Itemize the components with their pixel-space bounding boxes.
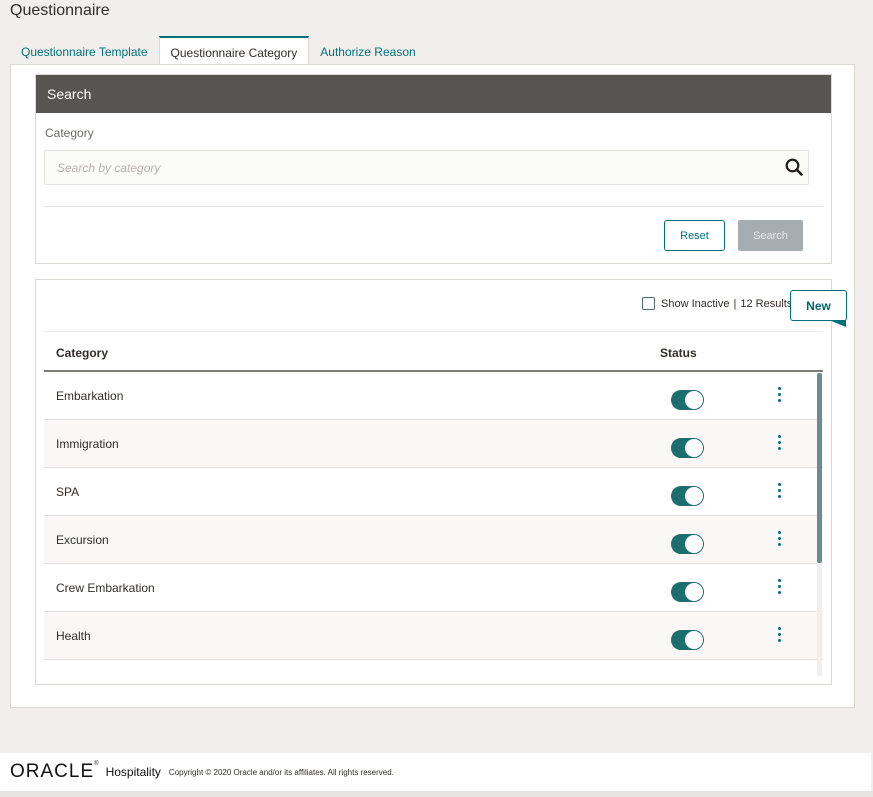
status-toggle[interactable]	[671, 533, 704, 554]
row-actions-icon[interactable]	[774, 578, 784, 594]
column-header-status[interactable]: Status	[660, 346, 760, 360]
row-actions-icon[interactable]	[774, 386, 784, 402]
status-toggle[interactable]	[671, 629, 704, 650]
row-actions-icon[interactable]	[774, 530, 784, 546]
table-row: SPA	[44, 468, 823, 516]
page-title: Questionnaire	[10, 2, 110, 19]
oracle-logo: ORACLE®	[10, 761, 100, 782]
search-panel: Search Category Reset Search	[35, 74, 832, 264]
results-panel: Show Inactive | 12 Results New Category …	[35, 279, 847, 685]
category-table: Category Status Embarkation Immigration …	[44, 336, 823, 660]
category-search-input[interactable]	[44, 150, 809, 185]
bottom-strip	[0, 791, 873, 797]
new-button[interactable]: New	[790, 290, 847, 321]
show-inactive-control: Show Inactive | 12 Results	[642, 297, 792, 310]
row-actions-icon[interactable]	[774, 482, 784, 498]
table-header: Category Status	[44, 336, 823, 372]
show-inactive-label: Show Inactive	[661, 297, 730, 310]
row-actions-icon[interactable]	[774, 434, 784, 450]
content-card: Search Category Reset Search Show Inacti…	[10, 64, 855, 708]
category-cell: Immigration	[56, 436, 119, 451]
category-cell: SPA	[56, 484, 80, 499]
column-header-category[interactable]: Category	[44, 346, 660, 360]
status-toggle[interactable]	[671, 485, 704, 506]
reset-button[interactable]: Reset	[664, 220, 725, 251]
category-field-label: Category	[45, 126, 94, 140]
category-cell: Excursion	[56, 532, 109, 547]
table-row: Health	[44, 612, 823, 660]
status-toggle[interactable]	[671, 389, 704, 410]
search-button[interactable]: Search	[738, 220, 803, 251]
tab-bar: Questionnaire Template Questionnaire Cat…	[10, 36, 427, 65]
results-separator: |	[733, 297, 737, 310]
category-cell: Crew Embarkation	[56, 580, 155, 595]
results-count: 12 Results	[740, 297, 793, 310]
category-cell: Embarkation	[56, 388, 124, 403]
status-toggle[interactable]	[671, 581, 704, 602]
tab-questionnaire-template[interactable]: Questionnaire Template	[10, 36, 159, 65]
table-row: Immigration	[44, 420, 823, 468]
show-inactive-checkbox[interactable]	[642, 297, 655, 310]
category-cell: Health	[56, 628, 91, 643]
table-scrollbar-thumb[interactable]	[817, 373, 822, 563]
new-button-notch	[829, 320, 846, 327]
search-divider	[44, 206, 823, 207]
table-body: Embarkation Immigration SPA Excursion Cr…	[44, 372, 823, 660]
results-divider	[44, 331, 823, 332]
status-toggle[interactable]	[671, 437, 704, 458]
footer: ORACLE® Hospitality Copyright © 2020 Ora…	[0, 753, 871, 791]
table-row: Crew Embarkation	[44, 564, 823, 612]
copyright-text: Copyright © 2020 Oracle and/or its affil…	[168, 767, 394, 777]
product-name: Hospitality	[105, 765, 161, 779]
tab-authorize-reason[interactable]: Authorize Reason	[309, 36, 426, 65]
table-row: Embarkation	[44, 372, 823, 420]
row-actions-icon[interactable]	[774, 626, 784, 642]
search-icon[interactable]	[785, 158, 803, 176]
tab-questionnaire-category[interactable]: Questionnaire Category	[158, 36, 310, 65]
search-panel-header: Search	[36, 75, 831, 113]
table-scrollbar[interactable]	[817, 373, 822, 676]
table-row: Excursion	[44, 516, 823, 564]
